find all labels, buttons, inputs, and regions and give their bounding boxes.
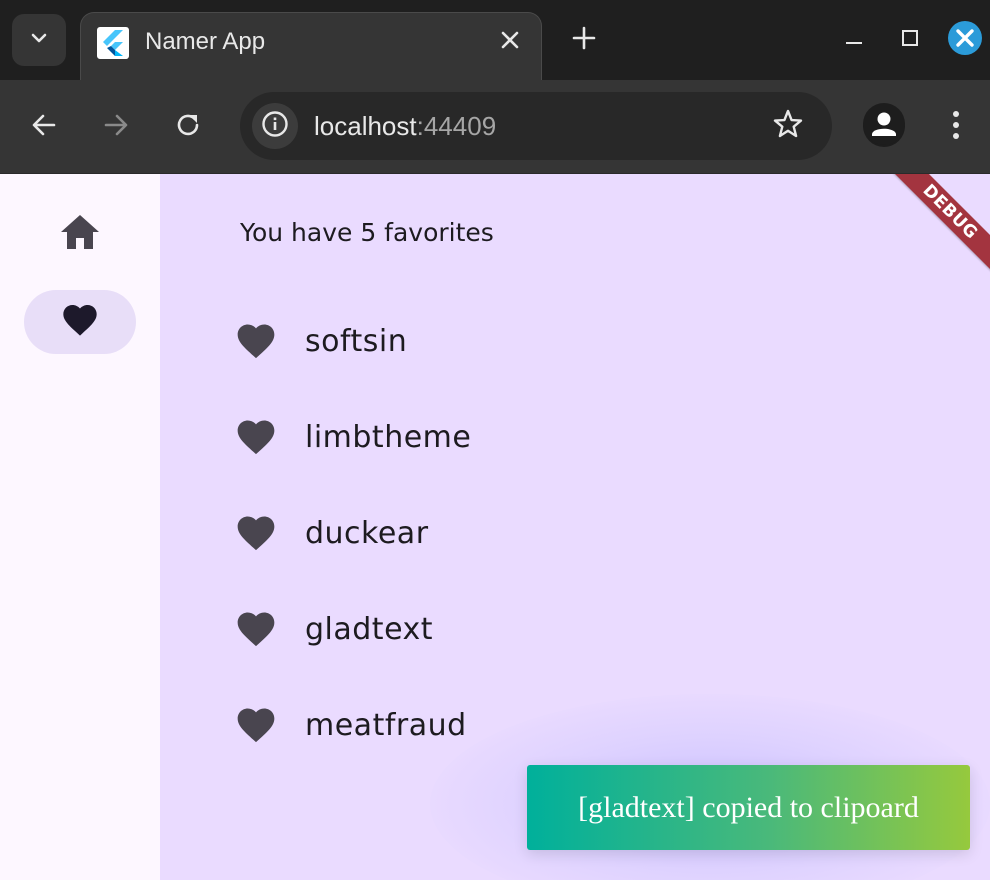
url-host: localhost [314,111,417,141]
more-vertical-icon [951,110,961,145]
site-info-button[interactable] [252,103,298,149]
reload-button[interactable] [165,104,211,150]
heart-icon [230,699,282,751]
heart-icon [230,507,282,559]
arrow-right-icon [103,112,129,143]
close-tab-button[interactable] [495,27,525,57]
rail-item-home[interactable] [24,202,136,266]
close-icon [501,31,519,54]
profile-button[interactable] [863,102,905,150]
chevron-down-icon [29,28,49,53]
bookmark-button[interactable] [768,106,808,146]
heart-icon [230,315,282,367]
minimize-button[interactable] [836,22,872,58]
address-bar[interactable]: localhost:44409 [240,92,832,160]
tab-title: Namer App [145,28,266,55]
url-text[interactable]: localhost:44409 [314,92,496,160]
favorite-word: limbtheme [305,419,472,455]
url-port: :44409 [416,111,497,141]
close-icon [947,20,983,61]
info-icon [261,110,289,143]
close-window-button[interactable] [947,20,983,61]
browser-toolbar: localhost:44409 [0,80,990,174]
browser-tab[interactable]: Namer App [80,12,542,82]
favorite-word: softsin [305,323,408,359]
toast-notification[interactable]: [gladtext] copied to clipoard [527,765,970,850]
maximize-icon [901,29,919,52]
navigation-rail [0,174,160,880]
forward-button[interactable] [93,104,139,150]
browser-menu-button[interactable] [938,104,974,150]
app-viewport: You have 5 favorites softsin limbtheme d… [0,174,990,880]
arrow-left-icon [31,112,57,143]
new-tab-button[interactable] [566,22,602,58]
flutter-logo-icon [97,27,129,59]
person-icon [863,102,905,150]
toast-message: [gladtext] copied to clipoard [578,790,919,824]
tab-search-button[interactable] [12,14,66,66]
favorite-word: meatfraud [305,707,467,743]
home-icon [59,212,101,257]
plus-icon [572,26,596,55]
browser-tabstrip: Namer App [0,0,990,82]
heart-icon [59,300,101,345]
back-button[interactable] [21,104,67,150]
heart-icon [230,411,282,463]
star-icon [772,108,804,145]
reload-icon [174,111,202,144]
favorites-summary: You have 5 favorites [240,218,494,247]
rail-item-favorites[interactable] [24,290,136,354]
favorite-item[interactable]: duckear [230,503,630,563]
favorite-word: gladtext [305,611,434,647]
favorite-word: duckear [305,515,429,551]
minimize-icon [845,29,863,52]
favorite-item[interactable]: limbtheme [230,407,630,467]
maximize-button[interactable] [892,22,928,58]
favorite-item[interactable]: gladtext [230,599,630,659]
heart-icon [230,603,282,655]
favorite-item[interactable]: softsin [230,311,630,371]
